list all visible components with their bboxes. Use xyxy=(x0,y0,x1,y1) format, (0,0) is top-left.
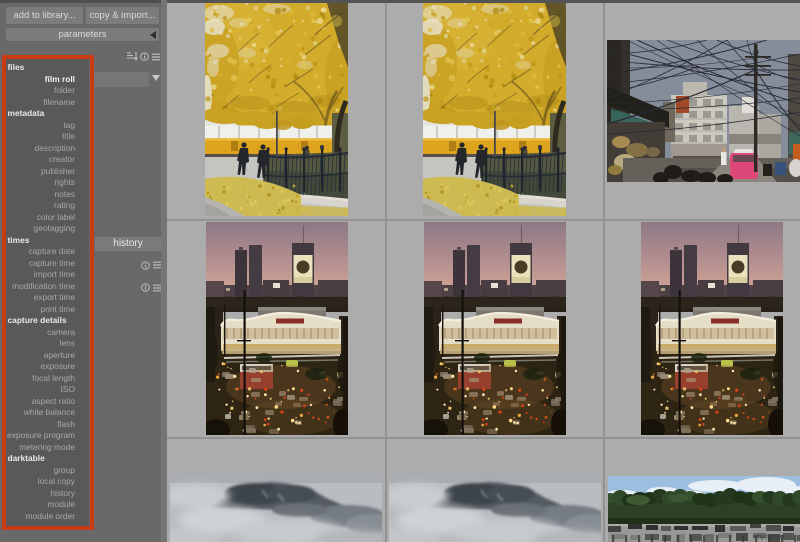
svg-text:whydd.com: whydd.com xyxy=(752,534,785,541)
